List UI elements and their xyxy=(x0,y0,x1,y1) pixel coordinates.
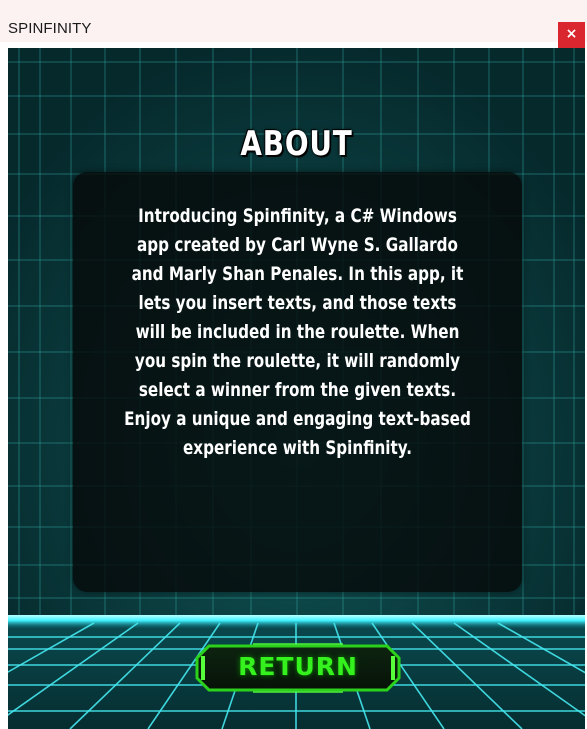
about-line: select a winner from the given texts. xyxy=(138,379,457,401)
return-button[interactable]: RETURN xyxy=(193,642,403,694)
close-icon: × xyxy=(565,26,578,42)
app-window: SPINFINITY × ABOUT Introducing Spinfinit… xyxy=(0,0,587,729)
title-bar[interactable]: SPINFINITY × xyxy=(0,0,587,48)
return-label: RETURN xyxy=(238,652,358,681)
about-line: app created by Carl Wyne S. Gallardo xyxy=(137,234,458,256)
about-line: will be included in the roulette. When xyxy=(135,321,460,343)
about-line: Introducing Spinfinity, a C# Windows xyxy=(138,205,457,227)
app-title: SPINFINITY xyxy=(8,20,92,37)
about-heading: ABOUT xyxy=(240,124,353,164)
about-screen: ABOUT Introducing Spinfinity, a C# Windo… xyxy=(8,48,585,729)
about-line: lets you insert texts, and those texts xyxy=(138,292,457,314)
about-line: and Marly Shan Penales. In this app, it xyxy=(131,263,464,285)
about-line: Enjoy a unique and engaging text-based xyxy=(124,408,471,430)
about-line: you spin the roulette, it will randomly xyxy=(134,350,461,372)
about-line: experience with Spinfinity. xyxy=(182,437,413,459)
about-description: Introducing Spinfinity, a C# Windows app… xyxy=(73,202,522,463)
about-panel: Introducing Spinfinity, a C# Windows app… xyxy=(73,172,522,592)
close-button[interactable]: × xyxy=(558,22,585,48)
